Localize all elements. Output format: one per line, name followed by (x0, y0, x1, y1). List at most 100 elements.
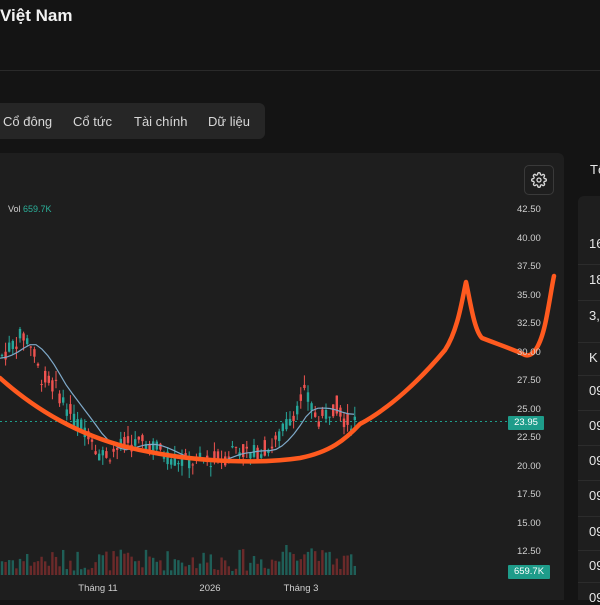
y-tick-label: 22.50 (517, 432, 541, 443)
volume-bar (18, 558, 22, 575)
volume-bar (317, 560, 320, 575)
y-tick-label: 15.00 (517, 517, 541, 529)
volume-bar (314, 551, 317, 575)
candle-body (105, 451, 108, 458)
x-tick-label: 2026 (199, 583, 221, 594)
candle-body (18, 328, 22, 339)
candle-body (94, 451, 97, 455)
candle-body (317, 421, 320, 427)
volume-bar (126, 552, 130, 575)
right-panel-row-divider (578, 375, 600, 376)
volume-bar (26, 553, 29, 575)
y-tick-label: 35.00 (517, 289, 541, 301)
volume-bar (342, 555, 346, 575)
volume-bar (33, 562, 36, 575)
right-panel-row-divider (578, 342, 600, 343)
volume-bar (36, 561, 40, 575)
candle-body (159, 443, 162, 450)
volume-bar (72, 570, 76, 575)
y-tick-label: 27.50 (517, 375, 541, 386)
y-tick-label: 12.50 (517, 546, 541, 557)
volume-bar (44, 561, 47, 575)
candle-body (22, 333, 25, 341)
y-tick-label: 42.50 (517, 204, 541, 215)
volume-bar (141, 567, 144, 575)
volume-bar (170, 570, 173, 575)
volume-bar (123, 553, 126, 575)
right-panel-header: Tổ (590, 162, 600, 177)
volume-bar (335, 558, 338, 575)
candle-body (69, 404, 72, 414)
candle-body (332, 404, 335, 417)
volume-bar (69, 560, 72, 575)
candle-body (62, 397, 65, 403)
volume-bar (339, 568, 342, 575)
candle-body (112, 448, 115, 452)
volume-bar (180, 562, 184, 575)
volume-bar (65, 569, 68, 575)
volume-bar (188, 564, 191, 575)
volume-bar (98, 554, 101, 575)
candle-body (292, 415, 295, 422)
right-panel (578, 196, 600, 600)
price-chart[interactable] (0, 0, 600, 600)
volume-bar (324, 552, 328, 575)
volume-bar (80, 569, 83, 575)
current-volume-badge: 659.7K (508, 565, 550, 579)
volume-bar (116, 556, 119, 575)
volume-bar (177, 560, 180, 575)
candle-body (116, 447, 119, 450)
volume-bar (15, 568, 18, 575)
right-panel-row: K (589, 350, 598, 365)
volume-bar (166, 551, 169, 575)
volume-bar (198, 563, 202, 575)
volume-bar (22, 561, 25, 575)
volume-bar (58, 566, 61, 575)
volume-bar (209, 554, 212, 575)
candle-body (227, 456, 230, 458)
right-panel-row: 09 (589, 418, 600, 433)
candle-body (260, 454, 263, 458)
volume-bar (252, 556, 256, 575)
volume-bar (54, 556, 58, 575)
candle-body (155, 441, 158, 450)
candle-body (134, 439, 137, 446)
volume-bar (94, 562, 97, 575)
volume-bar (288, 552, 292, 575)
candle-body (65, 409, 68, 416)
volume-bar (353, 565, 356, 575)
volume-bar (184, 566, 187, 575)
candle-body (98, 453, 101, 461)
y-tick-label: 17.50 (517, 489, 541, 500)
volume-bar (332, 564, 335, 575)
candle-body (314, 412, 317, 417)
right-panel-row: 09 (589, 590, 600, 605)
candle-body (72, 413, 76, 427)
right-panel-row: 09 (589, 558, 600, 573)
right-panel-row: 18 (589, 272, 600, 287)
candle-body (278, 431, 281, 442)
right-panel-row-divider (578, 480, 600, 481)
volume-bar (202, 552, 205, 575)
volume-bar (306, 551, 310, 575)
y-tick-label: 30.00 (517, 346, 541, 358)
x-tick-label: Tháng 3 (283, 583, 319, 594)
volume-bar (47, 565, 50, 575)
candle-body (198, 452, 202, 458)
candle-body (36, 363, 40, 366)
candle-body (252, 445, 256, 457)
volume-bar (62, 549, 65, 575)
volume-bar (263, 567, 266, 575)
candle-body (306, 392, 310, 402)
candle-body (126, 436, 130, 443)
right-panel-row: 09 (589, 453, 600, 468)
candle-body (285, 419, 288, 430)
volume-bar (216, 569, 220, 575)
current-price-badge: 23.95 (508, 416, 544, 430)
volume-bar (0, 561, 4, 575)
volume-bar (270, 559, 274, 575)
volume-bar (134, 561, 137, 575)
volume-bar (130, 556, 133, 575)
candle-body (249, 452, 252, 459)
candle-body (303, 384, 306, 388)
